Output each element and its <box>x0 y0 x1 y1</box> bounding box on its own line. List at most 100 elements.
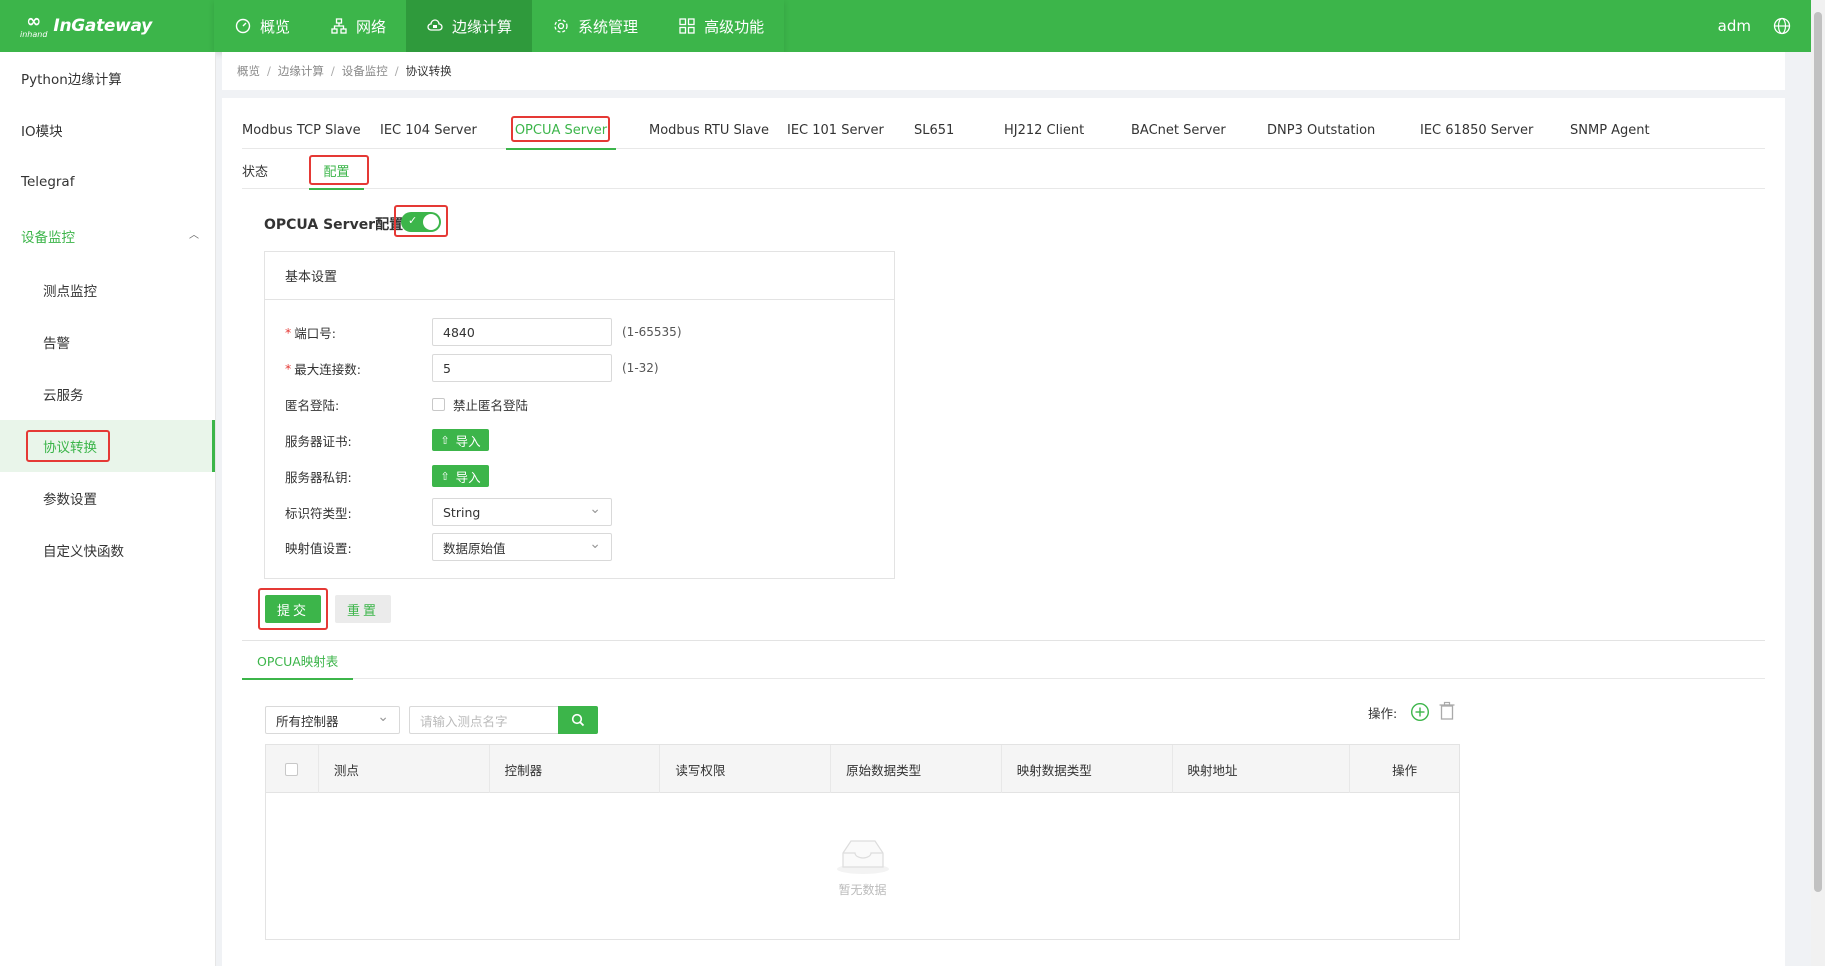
sub-tabs: 状态 配置 <box>242 151 1765 190</box>
tab-sl651[interactable]: SL651 <box>914 111 1004 149</box>
breadcrumb-overview[interactable]: 概览 <box>237 63 260 79</box>
user-menu[interactable]: adm <box>1718 17 1751 35</box>
sidebar-item-alarm[interactable]: 告警 <box>0 316 215 368</box>
import-cert-button[interactable]: ⇧ 导入 <box>432 429 489 451</box>
grid-icon <box>678 17 696 35</box>
key-label: 服务器私钥: <box>285 469 352 485</box>
sidebar-item-protocol-conversion[interactable]: 协议转换 <box>0 420 215 472</box>
opcua-enable-toggle[interactable]: ✓ <box>401 212 441 232</box>
col-actions: 操作 <box>1392 762 1418 778</box>
tab-opcua-server[interactable]: OPCUA Server <box>506 111 616 150</box>
main-nav: 概览 网络 边缘计算 系统管理 高级功能 <box>214 0 784 52</box>
id-type-label: 标识符类型: <box>285 505 352 521</box>
sidebar-item-parameter-settings[interactable]: 参数设置 <box>0 472 215 524</box>
tab-iec61850-server[interactable]: IEC 61850 Server <box>1420 111 1570 149</box>
sidebar-item-cloud-service[interactable]: 云服务 <box>0 368 215 420</box>
sidebar-item-python-edge[interactable]: Python边缘计算 <box>0 52 215 104</box>
max-conn-label: 最大连接数: <box>294 361 361 377</box>
tab-dnp3-outstation[interactable]: DNP3 Outstation <box>1267 111 1420 149</box>
tab-iec104-server[interactable]: IEC 104 Server <box>380 111 506 149</box>
inhand-logo-icon: ∞ inhand <box>20 10 48 39</box>
controller-filter-select[interactable]: 所有控制器 <box>265 706 400 734</box>
card-title: 基本设置 <box>265 252 894 300</box>
scroll-thumb[interactable] <box>1814 12 1822 892</box>
nav-overview[interactable]: 概览 <box>214 0 310 52</box>
chevron-up-icon: ︿ <box>189 230 199 241</box>
ops-label: 操作: <box>1368 705 1398 721</box>
tab-status[interactable]: 状态 <box>242 151 309 189</box>
tab-config[interactable]: 配置 <box>309 151 369 190</box>
check-icon: ✓ <box>408 214 418 227</box>
page-scrollbar[interactable] <box>1811 0 1825 966</box>
network-icon <box>330 17 348 35</box>
nav-system-management[interactable]: 系统管理 <box>532 0 658 52</box>
nav-network[interactable]: 网络 <box>310 0 406 52</box>
cloud-compute-icon <box>426 17 444 35</box>
col-rw: 读写权限 <box>660 745 832 793</box>
disable-anon-checkbox[interactable] <box>432 398 445 411</box>
port-label: 端口号: <box>294 325 336 341</box>
id-type-select[interactable]: String <box>432 498 612 526</box>
breadcrumb-device-monitor[interactable]: 设备监控 <box>342 63 388 79</box>
gear-icon <box>552 17 570 35</box>
max-conn-range-hint: (1-32) <box>622 361 659 375</box>
tab-bacnet-server[interactable]: BACnet Server <box>1131 111 1267 149</box>
submit-button[interactable]: 提交 <box>265 595 321 623</box>
anon-label: 匿名登陆: <box>285 397 340 413</box>
sidebar-item-point-monitor[interactable]: 测点监控 <box>0 264 215 316</box>
main-panel: Modbus TCP Slave IEC 104 Server OPCUA Se… <box>222 98 1785 966</box>
mapping-tabs: OPCUA映射表 <box>242 641 1765 680</box>
map-value-select[interactable]: 数据原始值 <box>432 533 612 561</box>
sidebar: Python边缘计算 IO模块 Telegraf 设备监控 ︿ 测点监控 告警 … <box>0 52 216 966</box>
globe-icon[interactable] <box>1773 17 1791 35</box>
port-input[interactable]: 4840 <box>432 318 612 346</box>
disable-anon-label[interactable]: 禁止匿名登陆 <box>453 390 528 418</box>
map-value-label: 映射值设置: <box>285 540 352 556</box>
search-icon <box>571 713 585 727</box>
select-all-cell <box>266 745 319 793</box>
upload-icon: ⇧ <box>440 433 450 447</box>
col-point: 测点 <box>319 745 490 793</box>
basic-settings-card: 基本设置 * 端口号: 4840 (1-65535) * 最大连接数: 5 (1-3… <box>264 251 895 579</box>
point-search-input[interactable]: 请输入测点名字 <box>409 706 559 734</box>
add-icon[interactable] <box>1410 702 1430 722</box>
trash-icon[interactable] <box>1438 701 1456 721</box>
breadcrumb: 概览 / 边缘计算 / 设备监控 / 协议转换 <box>222 52 1785 90</box>
sidebar-group-device-monitor[interactable]: 设备监控 ︿ <box>0 208 215 264</box>
breadcrumb-edge[interactable]: 边缘计算 <box>278 63 324 79</box>
tab-modbus-tcp-slave[interactable]: Modbus TCP Slave <box>242 111 380 149</box>
search-button[interactable] <box>558 706 598 734</box>
col-raw-type: 原始数据类型 <box>831 745 1002 793</box>
nav-edge-computing[interactable]: 边缘计算 <box>406 0 533 52</box>
col-map-address: 映射地址 <box>1173 745 1351 793</box>
protocol-tabs: Modbus TCP Slave IEC 104 Server OPCUA Se… <box>242 111 1765 150</box>
empty-state: 暂无数据 <box>266 835 1459 898</box>
upload-icon: ⇧ <box>440 469 450 483</box>
breadcrumb-current: 协议转换 <box>405 64 452 78</box>
table-header: 测点 控制器 读写权限 原始数据类型 映射数据类型 映射地址 操作 <box>266 745 1459 793</box>
tab-hj212-client[interactable]: HJ212 Client <box>1004 111 1131 149</box>
tab-iec101-server[interactable]: IEC 101 Server <box>777 111 914 149</box>
nav-advanced[interactable]: 高级功能 <box>658 0 784 52</box>
sidebar-item-telegraf[interactable]: Telegraf <box>0 156 215 208</box>
mapping-table: 测点 控制器 读写权限 原始数据类型 映射数据类型 映射地址 操作 暂无数据 <box>265 744 1460 940</box>
import-key-button[interactable]: ⇧ 导入 <box>432 465 489 487</box>
max-conn-input[interactable]: 5 <box>432 354 612 382</box>
col-controller: 控制器 <box>490 745 661 793</box>
config-title: OPCUA Server配置 <box>264 217 404 233</box>
top-bar: ∞ inhand InGateway 概览 网络 边缘计算 系统管理 高级功能 … <box>0 0 1825 52</box>
tab-modbus-rtu-slave[interactable]: Modbus RTU Slave <box>616 111 777 149</box>
tab-opcua-mapping[interactable]: OPCUA映射表 <box>242 641 354 680</box>
brand-name: InGateway <box>53 16 152 36</box>
reset-button[interactable]: 重置 <box>335 595 391 623</box>
port-range-hint: (1-65535) <box>622 325 682 339</box>
brand-logo[interactable]: ∞ inhand InGateway <box>0 0 214 52</box>
sidebar-item-custom-function[interactable]: 自定义快函数 <box>0 524 215 576</box>
tab-snmp-agent[interactable]: SNMP Agent <box>1570 111 1670 149</box>
empty-box-icon <box>836 840 889 874</box>
dashboard-icon <box>234 17 252 35</box>
col-map-type: 映射数据类型 <box>1002 745 1173 793</box>
sidebar-item-io-module[interactable]: IO模块 <box>0 104 215 156</box>
empty-text: 暂无数据 <box>838 883 887 897</box>
select-all-checkbox[interactable] <box>285 762 299 776</box>
